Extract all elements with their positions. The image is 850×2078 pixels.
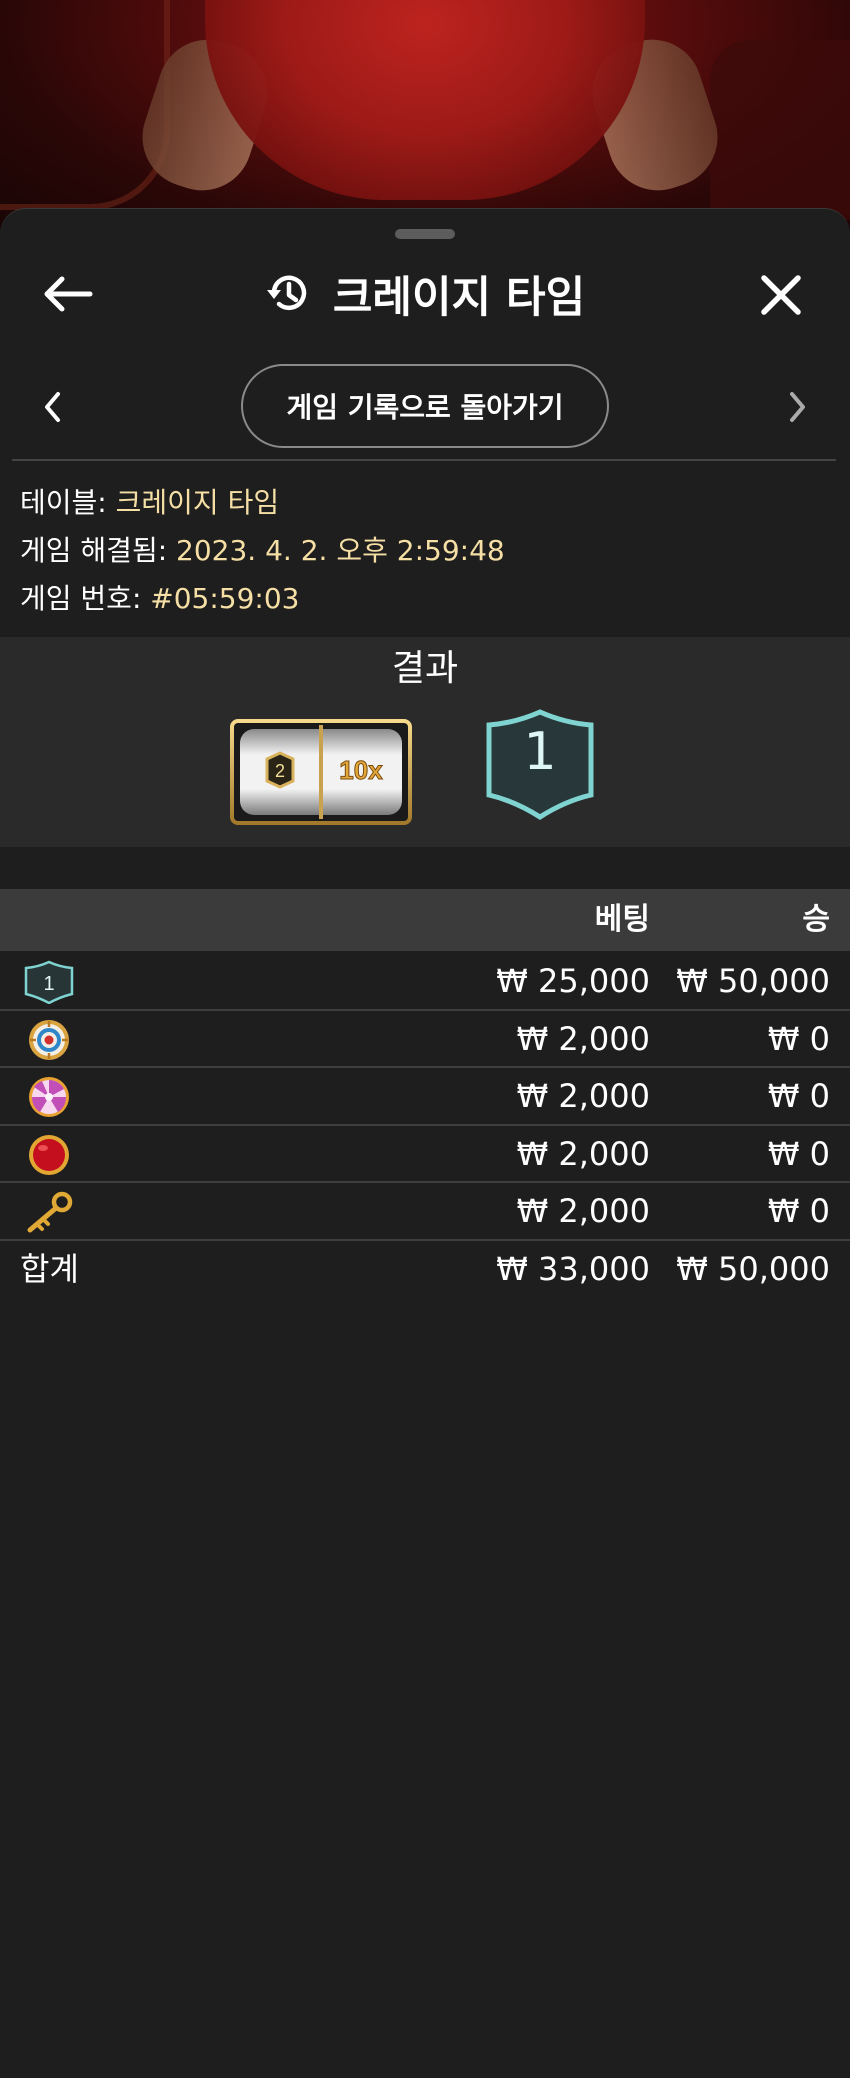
chair-left — [0, 0, 170, 210]
divider — [12, 459, 836, 461]
pachinko-candy-icon — [29, 1077, 69, 1117]
total-label: 합계 — [20, 1249, 79, 1288]
win-amount: ₩ 0 — [767, 1192, 830, 1230]
dealer-figure — [205, 0, 645, 200]
golden-key-icon — [27, 1191, 73, 1233]
total-bet-amount: ₩ 33,000 — [496, 1249, 650, 1288]
previous-game-chevron-icon[interactable] — [38, 389, 68, 425]
coin-flip-target-icon — [29, 1019, 69, 1060]
bet-amount: ₩ 2,000 — [516, 1192, 650, 1230]
top-slot-icon: 2 10x — [230, 719, 412, 825]
win-amount: ₩ 0 — [767, 1019, 830, 1058]
bets-table: 1 ₩ 25,000 ₩ 50,000 ₩ 2,000 ₩ 0 ₩ 2,000 … — [0, 953, 850, 1298]
win-column-header: 승 — [802, 902, 830, 937]
game-info: 테이블: 크레이지 타임 게임 해결됨: 2023. 4. 2. 오후 2:59… — [20, 479, 840, 623]
bet-spot-one-label: 1 — [43, 973, 54, 995]
game-history-detail-sheet: 크레이지 타임 게임 기록으로 돌아가기 테이블: 크레이지 타임 게임 해결됨… — [0, 208, 850, 2078]
resolved-info-label: 게임 해결됨: — [20, 534, 177, 567]
game-number-row: 게임 번호: #05:59:03 — [20, 575, 840, 623]
chair-right — [710, 40, 850, 220]
table-info-row: 테이블: 크레이지 타임 — [20, 479, 840, 527]
sheet-header: 크레이지 타임 — [0, 254, 850, 334]
total-row: 합계 ₩ 33,000 ₩ 50,000 — [0, 1241, 850, 1299]
table-info-value: 크레이지 타임 — [115, 486, 280, 519]
win-amount: ₩ 0 — [767, 1134, 830, 1173]
table-row: ₩ 2,000 ₩ 0 — [0, 1126, 850, 1183]
table-row: ₩ 2,000 ₩ 0 — [0, 1183, 850, 1241]
sheet-grabber[interactable] — [395, 229, 455, 239]
game-number-value: #05:59:03 — [150, 582, 300, 615]
table-row: 1 ₩ 25,000 ₩ 50,000 — [0, 953, 850, 1011]
red-ball-icon — [29, 1134, 69, 1175]
slot-number: 2 — [275, 761, 285, 781]
table-info-label: 테이블: — [20, 486, 116, 519]
table-row: ₩ 2,000 ₩ 0 — [0, 1068, 850, 1126]
number-one-shield-icon: 1 — [24, 960, 74, 1004]
bet-amount: ₩ 2,000 — [516, 1134, 650, 1173]
win-amount: ₩ 0 — [767, 1077, 830, 1115]
resolved-info-row: 게임 해결됨: 2023. 4. 2. 오후 2:59:48 — [20, 527, 840, 575]
table-row: ₩ 2,000 ₩ 0 — [0, 1011, 850, 1068]
bet-amount: ₩ 2,000 — [516, 1019, 650, 1058]
game-navigation: 게임 기록으로 돌아가기 — [0, 364, 850, 450]
history-icon — [266, 275, 307, 310]
result-number: 1 — [523, 722, 557, 782]
resolved-info-value: 2023. 4. 2. 오후 2:59:48 — [176, 534, 505, 567]
result-panel: 결과 2 10x 1 — [0, 637, 850, 847]
bet-amount: ₩ 2,000 — [516, 1077, 650, 1115]
slot-multiplier: 10x — [339, 755, 383, 785]
bet-column-header: 베팅 — [594, 902, 650, 937]
next-game-chevron-icon[interactable] — [782, 389, 812, 425]
back-to-history-button[interactable]: 게임 기록으로 돌아가기 — [241, 364, 609, 448]
back-arrow-icon[interactable] — [40, 274, 94, 314]
result-label: 결과 — [391, 648, 459, 689]
live-video-background — [0, 0, 850, 240]
close-icon[interactable] — [758, 272, 804, 318]
game-number-label: 게임 번호: — [20, 582, 151, 615]
total-win-amount: ₩ 50,000 — [676, 1249, 830, 1288]
bets-table-header: 베팅 승 — [0, 889, 850, 951]
title-group: 크레이지 타임 — [0, 254, 850, 334]
win-amount: ₩ 50,000 — [676, 962, 830, 1000]
bet-amount: ₩ 25,000 — [496, 962, 650, 1000]
page-title: 크레이지 타임 — [332, 273, 586, 323]
